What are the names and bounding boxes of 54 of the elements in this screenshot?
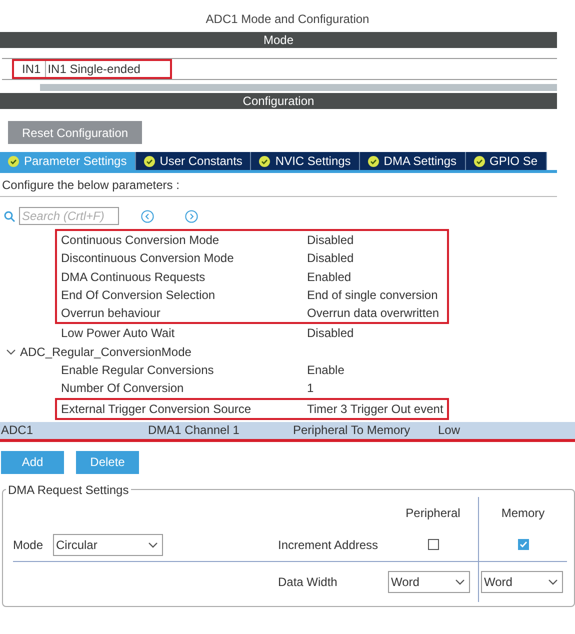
parameter-value[interactable]: Enable — [307, 361, 575, 380]
checkbox[interactable] — [428, 539, 438, 550]
check-circle-icon — [144, 156, 155, 166]
parameter-label: DMA Continuous Requests — [61, 268, 206, 286]
parameter-label: End Of Conversion Selection — [61, 286, 216, 304]
group-label[interactable]: ADC_Regular_ConversionMode — [20, 344, 192, 359]
search-field[interactable]: Search (Crtl+F) — [19, 207, 119, 225]
data-width-select[interactable]: Word — [481, 570, 563, 593]
parameter-label: Discontinuous Conversion Mode — [61, 250, 235, 268]
check-circle-icon — [259, 156, 270, 166]
parameter-label: Low Power Auto Wait — [61, 325, 176, 342]
check-circle-icon — [8, 156, 19, 166]
scrollbar-track[interactable] — [40, 84, 557, 91]
chevron-down-icon[interactable] — [6, 348, 16, 356]
parameter-label: Overrun behaviour — [61, 305, 162, 322]
parameter-value[interactable]: Disabled — [307, 249, 447, 268]
parameter-value[interactable]: Enabled — [307, 268, 447, 286]
tab[interactable]: User Constants — [136, 152, 252, 170]
column-header: Peripheral — [406, 506, 460, 520]
section-header: Mode — [0, 32, 557, 48]
parameter-label: External Trigger Conversion Source — [61, 400, 252, 418]
parameter-label: Number Of Conversion — [61, 380, 185, 398]
mode-select[interactable]: Circular — [53, 534, 163, 556]
tab[interactable]: GPIO Se — [466, 152, 547, 170]
chevron-down-icon — [548, 578, 558, 585]
dma-table-row[interactable]: ADC1 DMA1 Channel 1 Peripheral To Memory Low — [0, 422, 575, 442]
next-icon[interactable] — [185, 210, 198, 222]
parameter-value[interactable]: Disabled — [307, 231, 447, 250]
chevron-down-icon — [148, 542, 158, 548]
tab[interactable]: NVIC Settings — [251, 152, 360, 170]
field-label: Mode — [13, 538, 44, 552]
instruction-text: Configure the below parameters : — [0, 173, 557, 197]
check-circle-icon — [368, 156, 379, 166]
field-label: Increment Address — [278, 538, 380, 552]
chevron-down-icon — [455, 578, 465, 585]
parameter-value[interactable]: Overrun data overwritten — [307, 304, 447, 322]
parameter-value[interactable]: End of single conversion — [307, 286, 447, 304]
parameter-value[interactable]: Timer 3 Trigger Out event — [307, 400, 447, 418]
section-header: Configuration — [0, 93, 557, 109]
data-width-select[interactable]: Word — [388, 570, 470, 593]
checkbox[interactable] — [518, 539, 528, 550]
parameter-value[interactable]: 1 — [307, 379, 575, 398]
column-header: Memory — [501, 506, 545, 520]
mode-field[interactable]: IN1 IN1 Single-ended — [12, 59, 172, 79]
group-title: DMA Request Settings — [7, 482, 130, 497]
parameter-value[interactable]: Disabled — [307, 324, 575, 343]
search-icon — [4, 210, 15, 222]
tab[interactable]: DMA Settings — [360, 152, 466, 170]
field-label: Data Width — [278, 574, 338, 589]
parameter-label: Continuous Conversion Mode — [61, 232, 220, 249]
check-circle-icon — [474, 156, 484, 166]
parameter-label: Enable Regular Conversions — [61, 362, 215, 380]
window-title: ADC1 Mode and Configuration — [204, 11, 370, 28]
previous-icon[interactable] — [141, 210, 154, 222]
